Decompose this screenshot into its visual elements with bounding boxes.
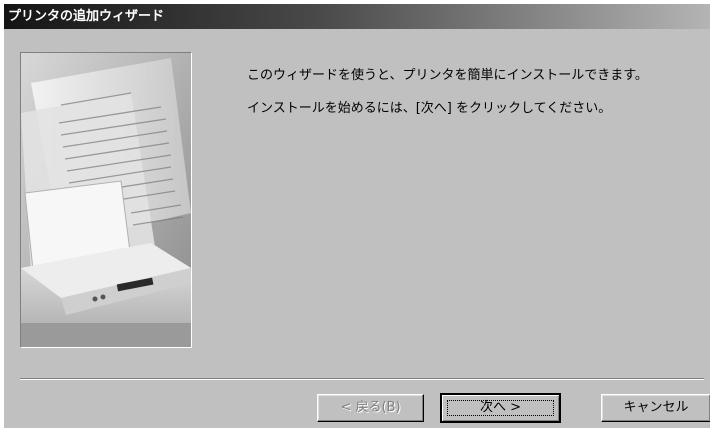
back-button[interactable]: < 戻る(B): [317, 394, 424, 422]
wizard-picture: [20, 52, 192, 348]
title-bar[interactable]: プリンタの追加ウィザード: [4, 4, 710, 29]
wizard-window: プリンタの追加ウィザード このウィザードを使うと、プリンタを簡単にインストールで…: [4, 4, 710, 428]
separator: [20, 378, 704, 380]
next-button-label: 次へ >: [479, 400, 522, 415]
cancel-button[interactable]: キャンセル: [601, 394, 710, 422]
printer-with-paper-image: [21, 53, 191, 347]
window-title: プリンタの追加ウィザード: [8, 9, 165, 24]
next-button[interactable]: 次へ >: [440, 393, 561, 423]
intro-text: このウィザードを使うと、プリンタを簡単にインストールできます。: [247, 68, 648, 83]
instruction-text: インストールを始めるには、[次へ] をクリックしてください。: [247, 101, 612, 116]
